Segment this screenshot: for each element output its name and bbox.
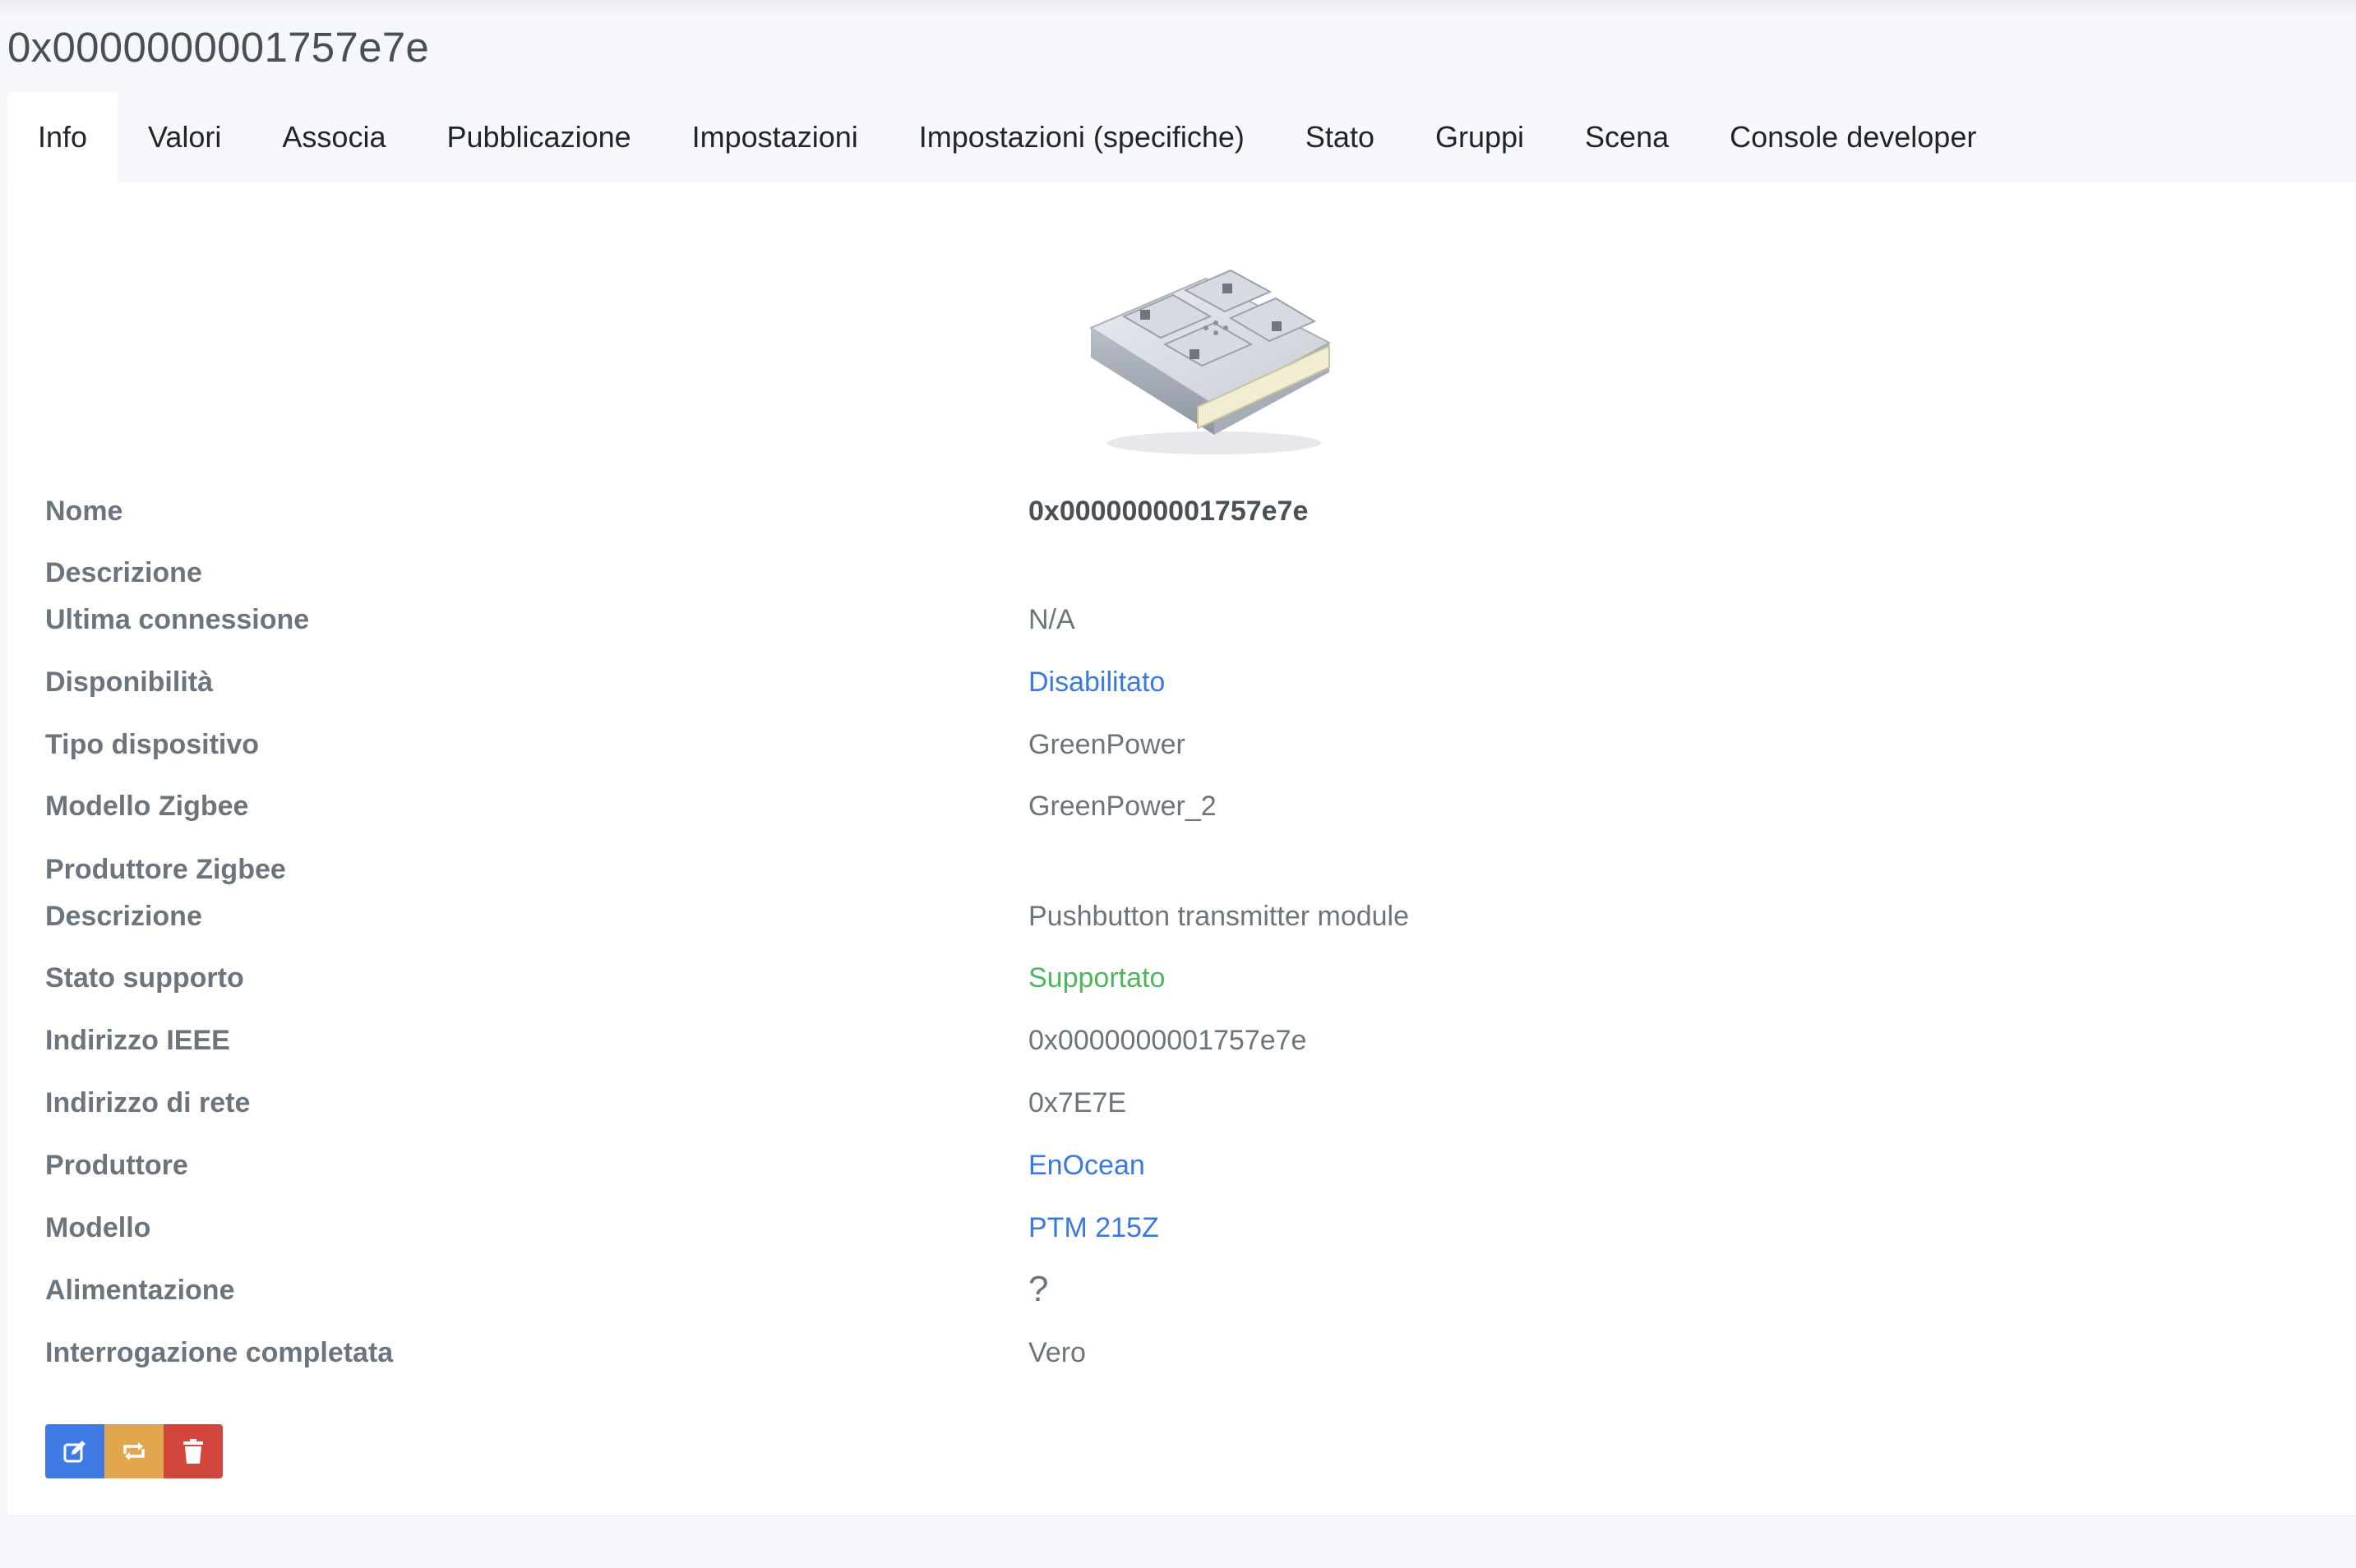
label-indirizzo-di-rete: Indirizzo di rete [45, 1087, 251, 1118]
value-modello-link[interactable]: PTM 215Z [1028, 1212, 1159, 1244]
tab-pubblicazione[interactable]: Pubblicazione [416, 92, 661, 182]
label-descrizione-modello: Descrizione [45, 901, 202, 932]
tab-associa[interactable]: Associa [252, 92, 416, 182]
label-ultima-connessione: Ultima connessione [45, 604, 310, 635]
label-produttore: Produttore [45, 1150, 188, 1181]
label-interrogazione-completata: Interrogazione completata [45, 1337, 394, 1368]
value-indirizzo-di-rete: 0x7E7E [1028, 1087, 1127, 1118]
tab-stato[interactable]: Stato [1275, 92, 1405, 182]
value-ultima-connessione: N/A [1028, 604, 1075, 635]
tab-scena[interactable]: Scena [1554, 92, 1699, 182]
tab-impostazioni[interactable]: Impostazioni [662, 92, 889, 182]
reconfigure-icon [123, 1442, 145, 1460]
label-nome: Nome [45, 496, 123, 527]
value-indirizzo-ieee: 0x0000000001757e7e [1028, 1025, 1307, 1056]
value-modello-zigbee: GreenPower_2 [1028, 791, 1217, 822]
value-descrizione-modello: Pushbutton transmitter module [1028, 901, 1410, 932]
value-interrogazione-completata: Vero [1028, 1337, 1086, 1368]
trash-icon [183, 1439, 203, 1464]
label-alimentazione: Alimentazione [45, 1275, 235, 1306]
label-produttore-zigbee: Produttore Zigbee [45, 854, 286, 885]
tab-bar: Info Valori Associa Pubblicazione Impost… [7, 92, 2007, 182]
device-actions [45, 1424, 223, 1478]
tab-gruppi[interactable]: Gruppi [1405, 92, 1554, 182]
page-title: 0x0000000001757e7e [7, 24, 430, 71]
value-disponibilita-link[interactable]: Disabilitato [1028, 666, 1165, 699]
tab-valori[interactable]: Valori [118, 92, 252, 182]
reconfigure-button[interactable] [104, 1424, 164, 1478]
label-stato-supporto: Stato supporto [45, 962, 244, 994]
delete-button[interactable] [164, 1424, 223, 1478]
label-disponibilita: Disponibilità [45, 666, 213, 698]
tab-info[interactable]: Info [7, 92, 118, 182]
value-tipo-dispositivo: GreenPower [1028, 729, 1185, 760]
device-image [1088, 269, 1332, 454]
edit-icon [63, 1441, 85, 1463]
label-modello: Modello [45, 1212, 151, 1243]
label-indirizzo-ieee: Indirizzo IEEE [45, 1025, 230, 1056]
value-nome: 0x0000000001757e7e [1028, 496, 1309, 527]
edit-button[interactable] [45, 1424, 104, 1478]
value-produttore-link[interactable]: EnOcean [1028, 1150, 1145, 1182]
label-tipo-dispositivo: Tipo dispositivo [45, 729, 260, 760]
label-modello-zigbee: Modello Zigbee [45, 791, 249, 822]
label-descrizione: Descrizione [45, 557, 202, 588]
window-top-bar [0, 0, 2356, 18]
tab-impostazioni-specifiche[interactable]: Impostazioni (specifiche) [889, 92, 1275, 182]
value-alimentazione-unknown-icon: ? [1028, 1269, 1049, 1309]
tab-console-developer[interactable]: Console developer [1699, 92, 2007, 182]
device-info-card: Nome 0x0000000001757e7e Descrizione Ulti… [7, 182, 2356, 1515]
value-stato-supporto: Supportato [1028, 962, 1166, 994]
